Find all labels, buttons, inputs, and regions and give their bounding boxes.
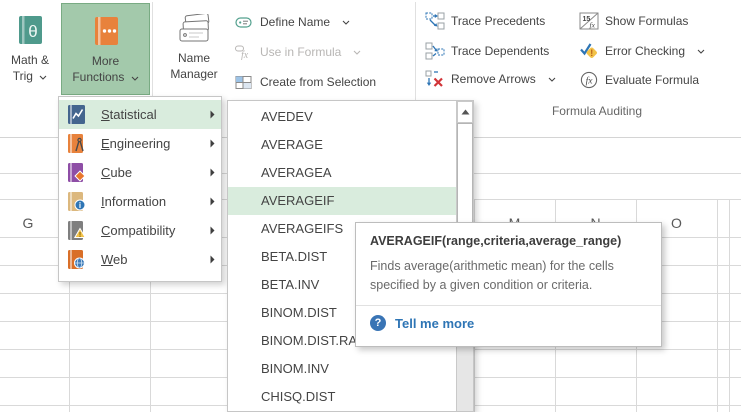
statistical-book-icon bbox=[67, 104, 87, 125]
scroll-up-button[interactable] bbox=[457, 101, 473, 123]
show-formulas-icon: 15 fx bbox=[578, 12, 600, 30]
create-from-selection-button[interactable]: Create from Selection bbox=[233, 69, 376, 95]
menu-item-information[interactable]: i Information bbox=[59, 187, 221, 216]
math-trig-label: Math & Trig bbox=[11, 52, 49, 84]
trace-precedents-label: Trace Precedents bbox=[451, 14, 545, 28]
evaluate-formula-icon: fx bbox=[578, 71, 600, 89]
function-tooltip: AVERAGEIF(range,criteria,average_range) … bbox=[355, 222, 662, 347]
trace-precedents-icon bbox=[424, 12, 446, 30]
excel-formulas-ribbon-screen: G M N O θ Math & Trig bbox=[0, 0, 741, 412]
remove-arrows-icon bbox=[424, 70, 446, 88]
use-in-formula-label: Use in Formula bbox=[260, 45, 341, 59]
menu-item-label: Web bbox=[101, 252, 128, 267]
submenu-arrow-icon bbox=[210, 110, 215, 119]
trace-dependents-button[interactable]: Trace Dependents bbox=[424, 38, 549, 64]
column-label: G bbox=[0, 209, 56, 237]
svg-text:!: ! bbox=[79, 232, 81, 239]
name-tag-icon bbox=[233, 15, 255, 30]
submenu-arrow-icon bbox=[210, 139, 215, 148]
function-item-average[interactable]: AVERAGE bbox=[228, 131, 456, 159]
evaluate-formula-button[interactable]: fx Evaluate Formula bbox=[578, 67, 699, 93]
menu-item-label: Statistical bbox=[101, 107, 157, 122]
menu-item-label: Compatibility bbox=[101, 223, 175, 238]
remove-arrows-label: Remove Arrows bbox=[451, 72, 536, 86]
information-book-icon: i bbox=[67, 191, 87, 212]
math-trig-button[interactable]: θ Math & Trig bbox=[2, 3, 58, 95]
engineering-book-icon bbox=[67, 133, 87, 154]
show-formulas-button[interactable]: 15 fx Show Formulas bbox=[578, 8, 688, 34]
remove-arrows-button[interactable]: Remove Arrows bbox=[424, 66, 556, 92]
menu-item-cube[interactable]: Cube bbox=[59, 158, 221, 187]
tell-me-more-label: Tell me more bbox=[395, 316, 474, 331]
menu-item-engineering[interactable]: Engineering bbox=[59, 129, 221, 158]
chevron-down-icon bbox=[39, 75, 47, 80]
svg-text:fx: fx bbox=[586, 76, 594, 87]
help-icon: ? bbox=[370, 315, 386, 331]
create-from-selection-label: Create from Selection bbox=[260, 75, 376, 89]
error-checking-icon: ! bbox=[578, 42, 600, 60]
menu-item-statistical[interactable]: Statistical bbox=[59, 100, 221, 129]
name-manager-tags-icon bbox=[177, 14, 211, 44]
name-manager-label: Name Manager bbox=[170, 50, 217, 82]
tooltip-description: Finds average(arithmetic mean) for the c… bbox=[370, 257, 647, 295]
function-item-averagea[interactable]: AVERAGEA bbox=[228, 159, 456, 187]
tooltip-separator bbox=[356, 305, 661, 306]
chevron-down-icon bbox=[697, 49, 705, 54]
use-in-formula-button[interactable]: fx Use in Formula bbox=[233, 39, 361, 65]
menu-item-label: Cube bbox=[101, 165, 132, 180]
svg-text:!: ! bbox=[590, 48, 593, 58]
submenu-arrow-icon bbox=[210, 197, 215, 206]
fx-tag-icon: fx bbox=[233, 45, 255, 60]
submenu-arrow-icon bbox=[210, 168, 215, 177]
more-functions-label: More Functions bbox=[72, 53, 138, 85]
scroll-up-icon bbox=[461, 109, 470, 115]
more-functions-book-icon bbox=[91, 15, 121, 47]
svg-text:fx: fx bbox=[241, 50, 249, 60]
submenu-arrow-icon bbox=[210, 255, 215, 264]
chevron-down-icon bbox=[548, 77, 556, 82]
more-functions-button[interactable]: More Functions bbox=[61, 3, 150, 95]
evaluate-formula-label: Evaluate Formula bbox=[605, 73, 699, 87]
menu-item-label: Engineering bbox=[101, 136, 170, 151]
chevron-down-icon bbox=[131, 76, 139, 81]
svg-text:θ: θ bbox=[28, 22, 37, 41]
web-book-icon bbox=[67, 249, 87, 270]
menu-item-compatibility[interactable]: ! Compatibility bbox=[59, 216, 221, 245]
menu-item-label: Information bbox=[101, 194, 166, 209]
compatibility-book-icon: ! bbox=[67, 220, 87, 241]
grid-selection-icon bbox=[233, 75, 255, 90]
error-checking-button[interactable]: ! Error Checking bbox=[578, 38, 705, 64]
error-checking-label: Error Checking bbox=[605, 44, 685, 58]
show-formulas-label: Show Formulas bbox=[605, 14, 688, 28]
chevron-down-icon bbox=[353, 50, 361, 55]
function-item-binom-inv[interactable]: BINOM.INV bbox=[228, 355, 456, 383]
chevron-down-icon bbox=[342, 20, 350, 25]
cube-book-icon bbox=[67, 162, 87, 183]
tooltip-title: AVERAGEIF(range,criteria,average_range) bbox=[370, 234, 647, 248]
trace-dependents-label: Trace Dependents bbox=[451, 44, 549, 58]
svg-text:i: i bbox=[79, 201, 81, 210]
function-item-avedev[interactable]: AVEDEV bbox=[228, 103, 456, 131]
define-name-label: Define Name bbox=[260, 15, 330, 29]
function-item-chisq-dist[interactable]: CHISQ.DIST bbox=[228, 383, 456, 411]
define-name-button[interactable]: Define Name bbox=[233, 9, 350, 35]
name-manager-button[interactable]: Name Manager bbox=[158, 3, 230, 95]
trace-precedents-button[interactable]: Trace Precedents bbox=[424, 8, 545, 34]
more-functions-menu: Statistical Engineering bbox=[58, 96, 222, 282]
tell-me-more-link[interactable]: ? Tell me more bbox=[370, 315, 647, 331]
math-trig-book-icon: θ bbox=[15, 14, 45, 46]
svg-text:fx: fx bbox=[590, 21, 596, 30]
function-item-averageif[interactable]: AVERAGEIF bbox=[228, 187, 456, 215]
submenu-arrow-icon bbox=[210, 226, 215, 235]
menu-item-web[interactable]: Web bbox=[59, 245, 221, 274]
trace-dependents-icon bbox=[424, 42, 446, 60]
